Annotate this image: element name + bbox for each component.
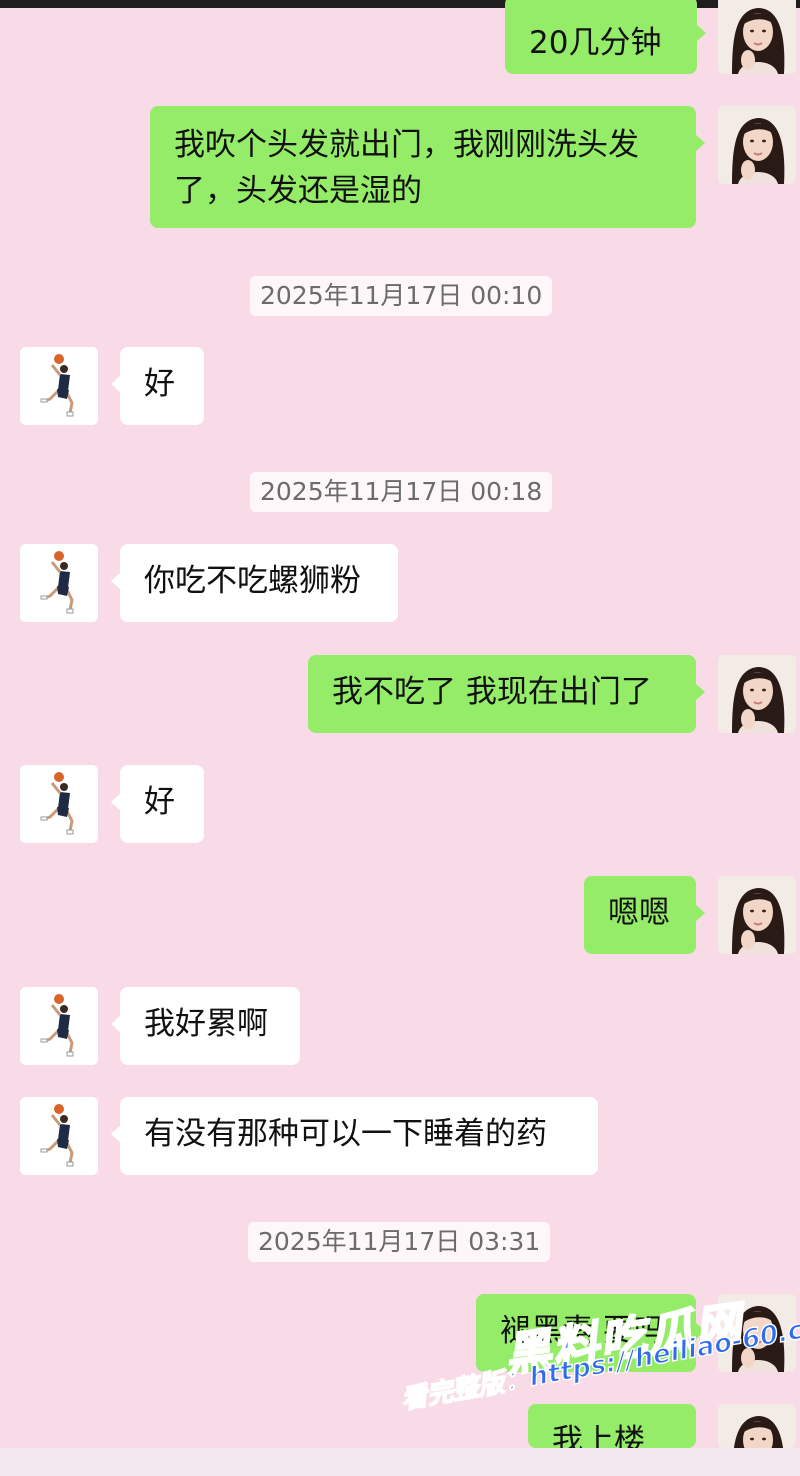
message-bubble-outgoing[interactable]: 嗯嗯 [584,876,705,954]
message-text: 20几分钟 [529,25,662,61]
message-text: 我吹个头发就出门，我刚刚洗头发了，头发还是湿的 [174,127,639,209]
message-text: 我上楼拿 [552,1423,645,1448]
woman-portrait-avatar-icon [718,655,796,733]
basketball-player-avatar-icon [20,765,98,843]
basketball-player-avatar-icon [20,987,98,1065]
my-avatar[interactable] [718,876,796,954]
contact-avatar[interactable] [20,347,98,425]
timestamp: 2025年11月17日 00:10 [250,276,553,316]
message-text: 你吃不吃螺狮粉 [144,563,361,599]
bottom-edge-bar [0,1448,800,1476]
message-text: 我好累啊 [144,1006,268,1042]
message-bubble-outgoing[interactable]: 我上楼拿 [528,1404,696,1448]
basketball-player-avatar-icon [20,1097,98,1175]
message-bubble-incoming[interactable]: 好 [111,347,204,425]
woman-portrait-avatar-icon [718,0,796,74]
message-text: 好 [144,784,175,820]
contact-avatar[interactable] [20,1097,98,1175]
message-bubble-incoming[interactable]: 好 [111,765,204,843]
woman-portrait-avatar-icon [718,106,796,184]
my-avatar[interactable] [718,655,796,733]
message-text: 好 [144,366,175,402]
timestamp: 2025年11月17日 00:18 [250,472,553,512]
my-avatar[interactable] [718,106,796,184]
woman-portrait-avatar-icon [718,1404,796,1448]
basketball-player-avatar-icon [20,544,98,622]
message-text: 有没有那种可以一下睡着的药 [144,1116,547,1152]
timestamp: 2025年11月17日 03:31 [248,1222,551,1262]
contact-avatar[interactable] [20,544,98,622]
message-bubble-incoming[interactable]: 你吃不吃螺狮粉 [111,544,398,622]
message-text: 我不吃了 我现在出门了 [332,674,652,710]
my-avatar[interactable] [718,1404,796,1448]
message-bubble-outgoing[interactable]: 我吹个头发就出门，我刚刚洗头发了，头发还是湿的 [150,106,705,228]
contact-avatar[interactable] [20,765,98,843]
contact-avatar[interactable] [20,987,98,1065]
message-bubble-incoming[interactable]: 我好累啊 [111,987,300,1065]
basketball-player-avatar-icon [20,347,98,425]
my-avatar[interactable] [718,0,796,74]
message-bubble-outgoing[interactable]: 我不吃了 我现在出门了 [308,655,705,733]
message-text: 嗯嗯 [608,895,670,931]
message-bubble-incoming[interactable]: 有没有那种可以一下睡着的药 [111,1097,598,1175]
message-bubble-outgoing[interactable]: 20几分钟 [505,0,706,74]
woman-portrait-avatar-icon [718,876,796,954]
